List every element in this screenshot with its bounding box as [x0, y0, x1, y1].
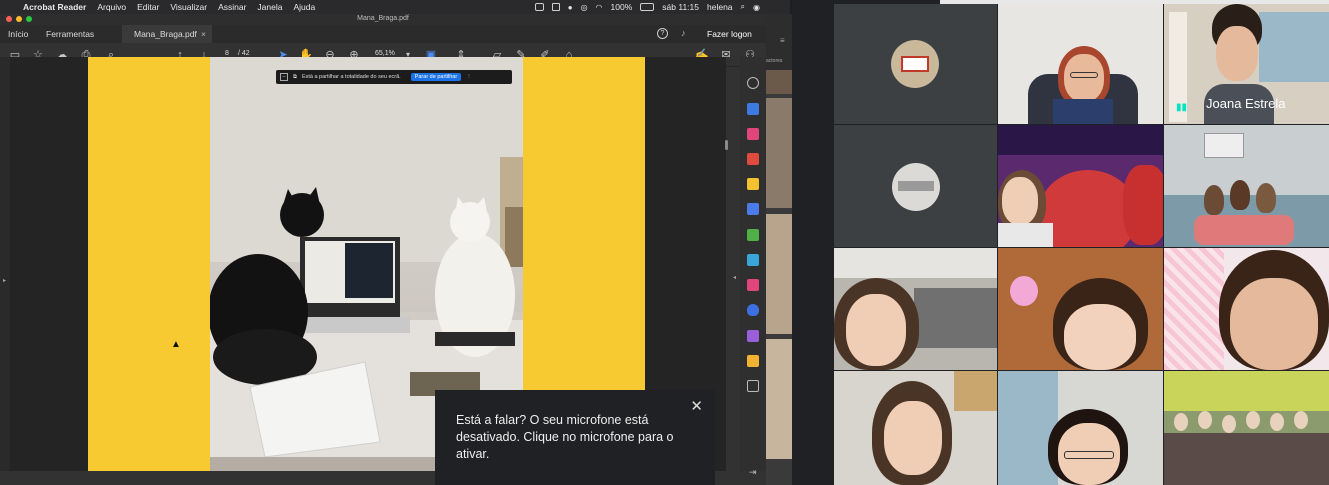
- left-panel-gutter: ▸: [0, 57, 10, 471]
- camera-icon[interactable]: [551, 3, 560, 11]
- microphone-icon[interactable]: ●: [568, 3, 573, 12]
- export-pdf-icon[interactable]: [747, 153, 759, 165]
- participant-tile-5[interactable]: [998, 125, 1163, 247]
- scan-ocr-icon[interactable]: [747, 254, 759, 266]
- battery-percent: 100%: [610, 2, 633, 12]
- page-left-border: [88, 57, 210, 471]
- battery-icon[interactable]: [640, 3, 655, 11]
- menu-item-janela[interactable]: Janela: [257, 2, 282, 12]
- speaking-indicator-icon: ▮▮: [1176, 102, 1188, 113]
- strip-thumbnail-2[interactable]: [766, 98, 792, 208]
- participant-tile-10[interactable]: [834, 371, 997, 485]
- request-signature-icon[interactable]: [747, 330, 759, 342]
- minimize-share-bar-icon[interactable]: –: [280, 73, 288, 81]
- expand-left-panel-icon[interactable]: ▸: [3, 277, 6, 284]
- avatar: [891, 40, 939, 88]
- page-number-input[interactable]: 8: [225, 50, 229, 57]
- tab-document[interactable]: Mana_Braga.pdf ×: [122, 25, 212, 43]
- rail-collapse-icon[interactable]: ⇥: [749, 467, 757, 478]
- spotlight-search-icon[interactable]: ⌕: [741, 2, 745, 12]
- menu-item-editar[interactable]: Editar: [137, 2, 159, 12]
- participant-tile-3-active-speaker[interactable]: ▮▮ Joana Estrela: [1164, 4, 1329, 124]
- top-edge-bar: [940, 0, 1329, 4]
- participant-tile-7[interactable]: [834, 248, 997, 370]
- send-for-review-icon[interactable]: [747, 355, 759, 367]
- protect-shield-icon[interactable]: [747, 304, 759, 316]
- search-tool-icon[interactable]: [747, 77, 759, 89]
- document-scrollbar-thumb[interactable]: [725, 140, 728, 150]
- window-title: Mana_Braga.pdf: [357, 15, 409, 22]
- meet-participant-grid: ▮▮ Joana Estrela: [792, 0, 1329, 485]
- avatar: [892, 163, 940, 211]
- sync-icon[interactable]: ◎: [581, 3, 588, 12]
- menu-item-ajuda[interactable]: Ajuda: [293, 2, 315, 12]
- participant-tile-1[interactable]: [834, 4, 997, 124]
- strip-thumbnail-3[interactable]: [766, 214, 792, 334]
- menubar-user[interactable]: helena: [707, 2, 733, 12]
- combine-files-icon[interactable]: [747, 203, 759, 215]
- window-titlebar: Mana_Braga.pdf: [0, 14, 766, 25]
- create-pdf-icon[interactable]: [747, 103, 759, 115]
- menubar-clock[interactable]: sáb 11:15: [662, 2, 699, 12]
- login-button[interactable]: Fazer logon: [707, 29, 752, 39]
- screen-share-icon[interactable]: [534, 3, 544, 11]
- menubar-status-area: ● ◎ ◠ 100% sáb 11:15 helena ⌕ ◉: [534, 2, 760, 12]
- fill-sign-icon[interactable]: [747, 279, 759, 291]
- strip-thumbnail-4[interactable]: [766, 339, 792, 459]
- organize-pages-icon[interactable]: [747, 128, 759, 140]
- page-total: / 42: [238, 50, 250, 57]
- participant-tile-2[interactable]: [998, 4, 1163, 124]
- control-center-icon[interactable]: ◉: [753, 3, 760, 12]
- tab-document-label: Mana_Braga.pdf: [134, 29, 197, 39]
- strip-label: actores: [766, 58, 783, 64]
- participant-tile-9[interactable]: [1164, 248, 1329, 370]
- zoom-level-select[interactable]: 65,1%: [375, 50, 395, 57]
- tab-home[interactable]: Início: [8, 29, 28, 39]
- menu-item-assinar[interactable]: Assinar: [218, 2, 246, 12]
- menu-item-visualizar[interactable]: Visualizar: [170, 2, 207, 12]
- mac-menubar: Acrobat Reader Arquivo Editar Visualizar…: [0, 0, 790, 14]
- participant-tile-12[interactable]: [1164, 371, 1329, 485]
- acrobat-tabbar: Início Ferramentas Mana_Braga.pdf × ? ♪ …: [0, 25, 766, 43]
- tab-tools[interactable]: Ferramentas: [46, 29, 94, 39]
- share-bar-more-icon[interactable]: ⋮: [466, 74, 472, 80]
- participant-tile-4[interactable]: [834, 125, 997, 247]
- mouse-cursor-icon: ▲: [171, 339, 181, 350]
- share-bar-message: Está a partilhar a totalidade do seu ecr…: [301, 74, 401, 80]
- strip-thumbnail-1[interactable]: [766, 70, 792, 94]
- close-tab-icon[interactable]: ×: [201, 29, 206, 39]
- hamburger-menu-icon[interactable]: ≡: [780, 36, 785, 45]
- notification-bell-icon[interactable]: ♪: [681, 28, 686, 38]
- participant-name-label: Joana Estrela: [1206, 96, 1286, 111]
- help-icon[interactable]: ?: [657, 28, 668, 39]
- tools-right-rail: ⇥: [740, 57, 766, 477]
- comment-tool-icon[interactable]: [747, 178, 759, 190]
- toast-message: Está a falar? O seu microfone está desat…: [456, 413, 674, 461]
- close-icon[interactable]: ✕: [690, 398, 703, 415]
- menubar-app-name[interactable]: Acrobat Reader: [23, 2, 86, 12]
- background-window-strip: ≡ actores: [766, 14, 792, 485]
- participant-tile-8[interactable]: [998, 248, 1163, 370]
- stop-sharing-button[interactable]: Parar de partilhar: [410, 73, 462, 81]
- microphone-muted-toast: Está a falar? O seu microfone está desat…: [435, 390, 715, 485]
- wifi-icon[interactable]: ◠: [596, 3, 603, 12]
- collapse-right-panel-icon[interactable]: ◂: [733, 274, 736, 281]
- screen-share-bar: – ⧉ Está a partilhar a totalidade do seu…: [276, 70, 512, 84]
- share-screen-icon: ⧉: [293, 73, 297, 80]
- more-tools-icon[interactable]: [747, 380, 759, 392]
- participant-tile-6[interactable]: [1164, 125, 1329, 247]
- menu-item-arquivo[interactable]: Arquivo: [97, 2, 126, 12]
- compress-pdf-icon[interactable]: [747, 229, 759, 241]
- participant-tile-11[interactable]: [998, 371, 1163, 485]
